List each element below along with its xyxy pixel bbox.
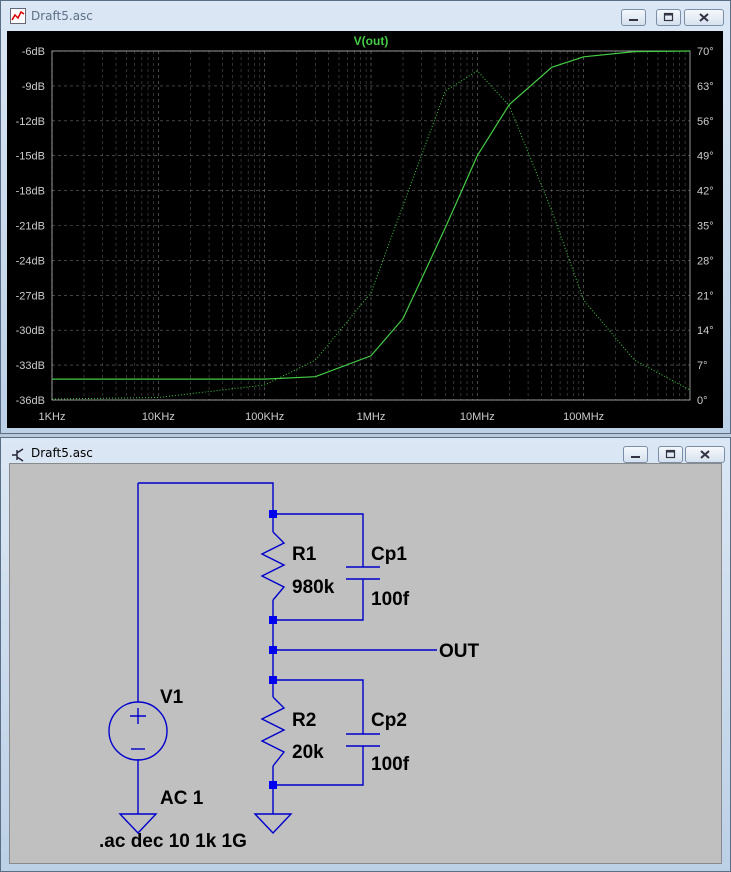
waveform-window: Draft5.asc -6dB 70° -9dB 63° -12dB 56° -15dB 49… — [0, 0, 731, 434]
schematic-svg[interactable]: V1 AC 1 R1 980k Cp1 100f R2 20k Cp2 100f… — [10, 464, 721, 863]
y-right-tick-label: 14° — [697, 325, 714, 337]
y-left-tick-label: -33dB — [16, 360, 45, 372]
x-tick-label: 10KHz — [142, 411, 175, 423]
r1-ref: R1 — [292, 544, 317, 565]
x-tick-label: 1KHz — [39, 411, 66, 423]
chart-svg[interactable]: -6dB 70° -9dB 63° -12dB 56° -15dB 49° -18dB 42° -2… — [7, 31, 723, 428]
x-tick-label: 10MHz — [460, 411, 495, 423]
cp1-ref: Cp1 — [371, 544, 407, 565]
waveform-window-title: Draft5.asc — [31, 9, 93, 23]
r1-value: 980k — [292, 577, 335, 598]
phase-trace — [51, 70, 691, 400]
close-icon — [699, 13, 709, 22]
maximize-icon — [663, 12, 674, 22]
wire — [272, 620, 437, 680]
y-left-tick-label: -21dB — [16, 221, 45, 233]
cp1-value: 100f — [371, 589, 410, 610]
y-right-tick-label: 63° — [697, 81, 714, 93]
resistor-r2[interactable] — [260, 696, 286, 767]
ground-symbol — [253, 813, 293, 835]
y-right-tick-label: 7° — [697, 360, 708, 372]
capacitor-cp2[interactable] — [346, 733, 380, 747]
maximize-button[interactable] — [656, 9, 681, 26]
y-right-tick-label: 70° — [697, 46, 714, 58]
maximize-icon — [665, 449, 676, 459]
close-button[interactable] — [685, 446, 725, 463]
minimize-button[interactable] — [621, 9, 646, 26]
minimize-button[interactable] — [623, 446, 648, 463]
close-button[interactable] — [684, 9, 724, 26]
r2-ref: R2 — [292, 710, 316, 731]
x-tick-label: 1MHz — [357, 411, 386, 423]
transistor-icon — [12, 448, 24, 462]
schematic-window: Draft5.asc V1 AC 1 R1 980k Cp1 100f R2 2… — [0, 437, 731, 872]
y-left-tick-label: -27dB — [16, 290, 45, 302]
v1-ref: V1 — [160, 687, 184, 708]
resistor-r1[interactable] — [260, 531, 286, 601]
y-left-tick-label: -15dB — [16, 151, 45, 163]
minimize-icon — [629, 19, 638, 21]
y-right-tick-label: 56° — [697, 116, 714, 128]
y-left-tick-label: -36dB — [16, 395, 45, 407]
y-right-tick-label: 21° — [697, 290, 714, 302]
waveform-titlebar[interactable]: Draft5.asc — [1, 1, 730, 31]
y-right-tick-label: 42° — [697, 186, 714, 198]
y-right-tick-label: 28° — [697, 255, 714, 267]
cp2-ref: Cp2 — [371, 710, 407, 731]
x-tick-label: 100KHz — [245, 411, 284, 423]
y-left-tick-label: -6dB — [22, 46, 45, 58]
minimize-icon — [631, 456, 640, 458]
y-left-tick-label: -12dB — [16, 116, 45, 128]
maximize-button[interactable] — [658, 446, 683, 463]
y-right-tick-label: 0° — [697, 395, 708, 407]
waveform-icon — [10, 8, 26, 24]
r2-value: 20k — [292, 742, 324, 763]
y-left-tick-label: -9dB — [22, 81, 45, 93]
capacitor-cp1[interactable] — [346, 566, 380, 580]
schematic-window-title: Draft5.asc — [31, 446, 93, 460]
y-right-tick-label: 35° — [697, 221, 714, 233]
close-icon — [700, 450, 710, 459]
schematic-canvas[interactable]: V1 AC 1 R1 980k Cp1 100f R2 20k Cp2 100f… — [9, 463, 722, 864]
plus-sign — [130, 708, 146, 724]
x-tick-label: 100MHz — [563, 411, 604, 423]
net-label-out: OUT — [439, 641, 480, 662]
v1-value: AC 1 — [160, 788, 204, 809]
y-left-tick-label: -30dB — [16, 325, 45, 337]
y-right-tick-label: 49° — [697, 151, 714, 163]
chart-title: V(out) — [354, 34, 389, 48]
y-left-tick-label: -24dB — [16, 255, 45, 267]
cp2-value: 100f — [371, 754, 410, 775]
y-left-tick-label: -18dB — [16, 186, 45, 198]
waveform-plot[interactable]: -6dB 70° -9dB 63° -12dB 56° -15dB 49° -18dB 42° -2… — [7, 31, 723, 428]
wire — [137, 482, 274, 702]
spice-directive[interactable]: .ac dec 10 1k 1G — [99, 831, 247, 852]
